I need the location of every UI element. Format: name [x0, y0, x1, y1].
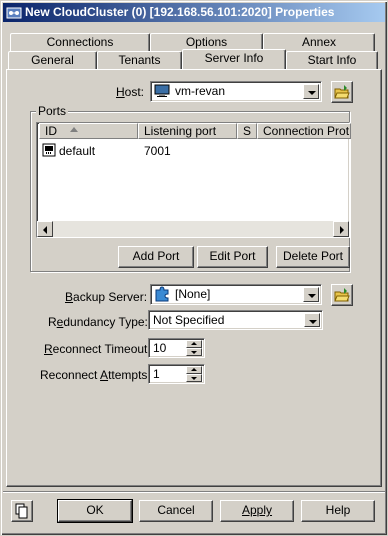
server-port-icon [42, 143, 56, 160]
backup-server-label: Backup Server: [65, 290, 148, 304]
reconnect-attempts-down[interactable] [186, 374, 202, 382]
delete-port-button[interactable]: Delete Port [276, 246, 350, 268]
tab-tenants[interactable]: Tenants [97, 51, 182, 69]
host-label: Host: [116, 85, 145, 99]
add-port-button[interactable]: Add Port [118, 246, 194, 268]
reconnect-attempts-label: Reconnect Attempts: [40, 368, 151, 382]
backup-server-browse-button[interactable] [331, 284, 353, 306]
backup-server-dropdown[interactable]: [None] [150, 284, 322, 305]
tab-general[interactable]: General [8, 51, 97, 69]
table-row[interactable]: default 7001 [39, 143, 349, 159]
backup-server-value: [None] [175, 287, 211, 301]
backup-server-dropdown-arrow[interactable] [303, 287, 319, 302]
column-connection-protocol[interactable]: Connection Prot... [257, 123, 351, 139]
reconnect-timeout-up[interactable] [186, 340, 202, 348]
host-dropdown[interactable]: vm-revan [150, 81, 322, 102]
host-browse-button[interactable] [331, 81, 353, 103]
ports-label: Ports [36, 104, 69, 118]
host-value: vm-revan [175, 84, 226, 98]
reconnect-timeout-value: 10 [153, 341, 167, 355]
scroll-left-button[interactable] [37, 221, 53, 237]
redundancy-type-dropdown-arrow[interactable] [304, 313, 320, 327]
column-s[interactable]: S [237, 123, 257, 139]
folder-open-icon [334, 287, 350, 306]
ok-button[interactable]: OK [57, 499, 133, 523]
scroll-right-button[interactable] [333, 221, 349, 237]
reconnect-timeout-stepper[interactable]: 10 [148, 338, 205, 358]
folder-open-icon [334, 84, 350, 103]
apply-button[interactable]: Apply [220, 500, 294, 522]
reconnect-timeout-down[interactable] [186, 348, 202, 356]
cancel-button[interactable]: Cancel [139, 500, 213, 522]
redundancy-type-value: Not Specified [153, 313, 225, 327]
horizontal-scrollbar[interactable] [37, 221, 349, 237]
copy-icon [15, 503, 29, 522]
footer-separator [3, 491, 385, 493]
sort-ascending-icon [70, 127, 78, 132]
ports-list[interactable]: ID Listening port S Connection Prot... d… [36, 122, 351, 238]
tab-start-info[interactable]: Start Info [286, 51, 378, 69]
reconnect-attempts-stepper[interactable]: 1 [148, 364, 205, 384]
redundancy-type-label: Redundancy Type: [48, 315, 148, 329]
help-button[interactable]: Help [301, 500, 375, 522]
window-title: New CloudCluster (0) [192.168.56.101:202… [25, 5, 335, 19]
puzzle-icon [154, 286, 170, 305]
row-listening-port: 7001 [144, 144, 171, 158]
monitor-icon [154, 84, 170, 101]
tab-server-info[interactable]: Server Info [182, 49, 286, 69]
column-id[interactable]: ID [39, 123, 138, 139]
column-listening-port[interactable]: Listening port [138, 123, 237, 139]
tab-connections[interactable]: Connections [10, 33, 150, 51]
row-id: default [59, 144, 96, 158]
redundancy-type-dropdown[interactable]: Not Specified [148, 310, 323, 330]
reconnect-timeout-label: Reconnect Timeout: [44, 342, 151, 356]
cluster-icon [6, 5, 22, 20]
host-dropdown-arrow[interactable] [303, 84, 319, 99]
title-bar[interactable]: New CloudCluster (0) [192.168.56.101:202… [3, 3, 385, 22]
reconnect-attempts-value: 1 [153, 367, 160, 381]
reconnect-attempts-up[interactable] [186, 366, 202, 374]
copy-button[interactable] [11, 500, 33, 522]
edit-port-button[interactable]: Edit Port [197, 246, 268, 268]
